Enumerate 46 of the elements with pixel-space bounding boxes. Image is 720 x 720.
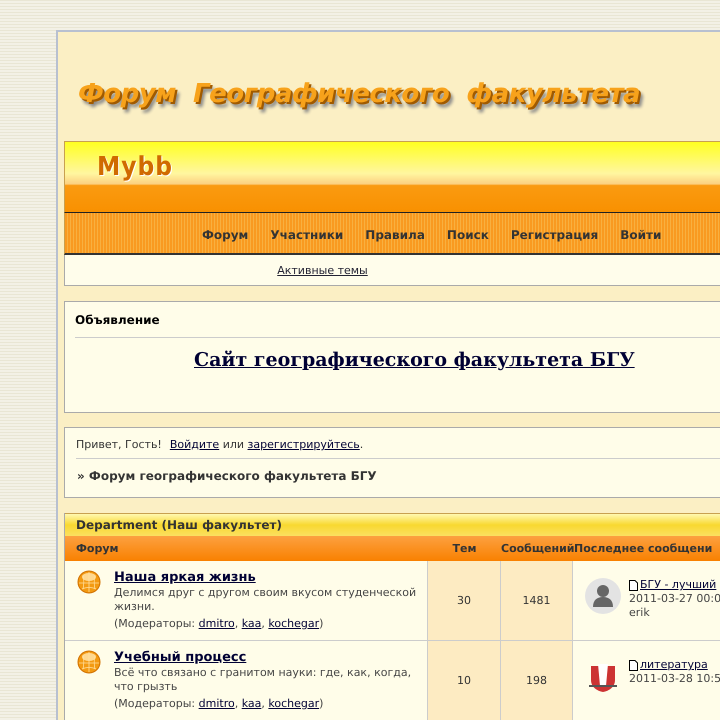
column-header: Сообщений xyxy=(501,542,573,555)
column-header: Форум xyxy=(75,542,120,555)
moderators-text: (Модераторы: dmitro, kaa, kochegar) xyxy=(114,697,324,710)
breadcrumb: » Форум географического факультета БГУ xyxy=(76,468,378,483)
nav-link[interactable]: Форум xyxy=(191,224,260,246)
forum-link[interactable]: Наша яркая жизнь xyxy=(114,570,427,585)
moderator-link[interactable]: kochegar xyxy=(268,617,320,630)
announcement-heading: Объявление xyxy=(75,302,720,338)
column-header: Последнее сообщени xyxy=(574,542,714,555)
moderators-text: (Модераторы: dmitro, kaa, kochegar) xyxy=(114,617,324,630)
moderator-link[interactable]: kaa xyxy=(242,617,262,630)
globe-icon xyxy=(77,650,101,674)
globe-icon xyxy=(77,570,101,594)
forum-title-logo: Форум Географического факультета xyxy=(78,78,640,108)
login-link[interactable]: Войдите xyxy=(170,438,220,451)
register-link[interactable]: зарегистрируйтесь xyxy=(248,438,360,451)
last-post-link[interactable]: литература xyxy=(640,658,708,672)
nav-link[interactable]: Войти xyxy=(609,224,672,246)
avatar-icon xyxy=(585,578,621,614)
forum-description: Делимся друг с другом своим вкусом студенческой жизни. xyxy=(114,586,418,614)
forum-link[interactable]: Учебный процесс xyxy=(114,650,427,665)
login-prompt: Войдите или зарегистрируйтесь. xyxy=(170,438,364,451)
forum-description: Всё что связано с гранитом науки: где, как, когда, что грызть xyxy=(114,666,412,694)
moderator-link[interactable]: kochegar xyxy=(268,697,320,710)
last-post-link[interactable]: БГУ - лучший xyxy=(640,578,716,592)
column-header: Тем xyxy=(452,542,478,555)
site-link[interactable]: Сайт географического факультета БГУ xyxy=(194,349,635,371)
post-count: 1481 xyxy=(522,594,550,607)
document-icon xyxy=(629,580,638,590)
nav-link[interactable]: Участники xyxy=(259,224,354,246)
nav-link[interactable]: Правила xyxy=(354,224,436,246)
active-topics-link[interactable]: Активные темы xyxy=(277,264,368,276)
moderator-link[interactable]: dmitro xyxy=(198,697,235,710)
thread-count: 30 xyxy=(457,594,471,607)
mybb-logo: Mybb xyxy=(97,152,174,182)
nav-link[interactable]: Поиск xyxy=(436,224,500,246)
moderator-link[interactable]: kaa xyxy=(242,697,262,710)
last-post-author: erik xyxy=(629,606,651,620)
last-post-date: 2011-03-28 10:5 xyxy=(629,672,720,686)
nav-link[interactable]: Регистрация xyxy=(500,224,610,246)
category-title: Department (Наш факультет) xyxy=(65,513,720,536)
moderator-link[interactable]: dmitro xyxy=(198,617,235,630)
greeting-text: Привет, Гость! xyxy=(76,438,162,451)
thread-count: 10 xyxy=(457,674,471,687)
post-count: 198 xyxy=(526,674,547,687)
document-icon xyxy=(629,660,638,670)
